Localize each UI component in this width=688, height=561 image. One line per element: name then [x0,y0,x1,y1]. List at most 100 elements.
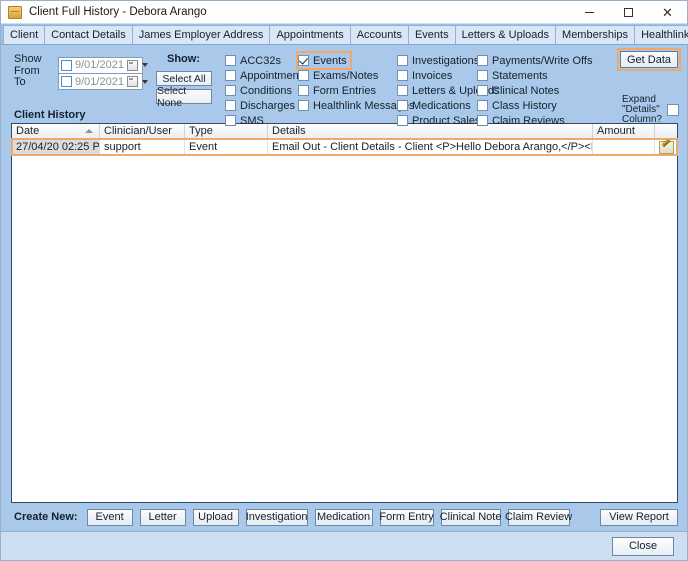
grid-header-row: Date Clinician/User Type Details Amount [12,124,677,139]
close-button[interactable]: Close [612,537,674,556]
tab-accounts[interactable]: Accounts [350,25,409,44]
to-value: 9/01/2021 [75,76,124,88]
checkbox-box[interactable] [477,55,488,66]
checkbox-box[interactable] [397,100,408,111]
show-label: Show: [167,53,200,65]
cell-amount [593,139,655,155]
to-label: To [14,76,58,88]
checkbox-events[interactable]: Events [298,53,350,68]
checkbox-label: Medications [412,100,471,112]
expand-details-checkbox[interactable] [667,104,679,116]
checkbox-box[interactable] [225,100,236,111]
checkbox-box[interactable] [225,85,236,96]
maximize-icon[interactable] [609,1,648,24]
checkbox-label: Exams/Notes [313,70,378,82]
pencil-icon[interactable] [659,141,674,154]
checkbox-label: Investigations [412,55,479,67]
title-bar: Client Full History - Debora Arango ✕ [1,1,687,24]
cell-type: Event [185,139,268,155]
tab-events[interactable]: Events [408,25,456,44]
full-history-panel: Show From 9/01/2021 To 9/01/2021 Show: [1,45,687,531]
tab-strip: Client Contact Details James Employer Ad… [1,24,687,45]
show-from-value: 9/01/2021 [75,59,124,71]
checkbox-label: Invoices [412,70,452,82]
get-data-button[interactable]: Get Data [620,51,678,68]
create-investigation-button[interactable]: Investigation [246,509,308,526]
checkbox-box[interactable] [397,55,408,66]
row-edit-button[interactable] [655,139,677,155]
checkbox-label: Payments/Write Offs [492,55,592,67]
checkbox-label: Conditions [240,85,292,97]
checkbox-box[interactable] [298,55,309,66]
window-controls: ✕ [570,1,687,24]
tab-letters-uploads[interactable]: Letters & Uploads [455,25,556,44]
checkbox-box[interactable] [477,100,488,111]
checkbox-appointments[interactable]: Appointments [225,68,307,83]
column-header-type[interactable]: Type [185,124,268,138]
checkbox-statements[interactable]: Statements [477,68,592,83]
view-report-button[interactable]: View Report [600,509,678,526]
checkbox-label: Events [313,55,347,67]
table-row[interactable]: 27/04/20 02:25 PM support Event Email Ou… [12,139,677,155]
tab-contact-details[interactable]: Contact Details [44,25,133,44]
tab-memberships[interactable]: Memberships [555,25,635,44]
create-new-label: Create New: [14,511,78,523]
column-header-details[interactable]: Details [268,124,593,138]
cell-date: 27/04/20 02:25 PM [12,139,100,155]
checkbox-box[interactable] [298,85,309,96]
create-claim-review-button[interactable]: Claim Review [508,509,570,526]
close-icon[interactable]: ✕ [648,1,687,24]
tab-appointments[interactable]: Appointments [269,25,350,44]
checkbox-box[interactable] [225,55,236,66]
client-history-title: Client History [14,109,86,121]
checkbox-box[interactable] [225,70,236,81]
checkbox-box[interactable] [397,85,408,96]
calendar-icon[interactable] [127,76,138,87]
expand-details-column-control[interactable]: Expand "Details" Column? [622,95,679,125]
checkbox-class-history[interactable]: Class History [477,98,592,113]
checkbox-label: Class History [492,100,557,112]
checkbox-label: Clinical Notes [492,85,559,97]
to-enable-checkbox[interactable] [61,76,72,87]
checkbox-box[interactable] [397,70,408,81]
create-clinical-note-button[interactable]: Clinical Note [441,509,501,526]
column-header-amount[interactable]: Amount [593,124,655,138]
checkbox-box[interactable] [477,70,488,81]
tab-healthlink[interactable]: Healthlink [634,25,688,44]
select-none-button[interactable]: Select None [156,89,212,104]
column-header-date[interactable]: Date [12,124,100,138]
checkbox-payments-write-offs[interactable]: Payments/Write Offs [477,53,592,68]
create-letter-button[interactable]: Letter [140,509,186,526]
cell-clinician: support [100,139,185,155]
filter-column-4: Payments/Write Offs Statements Clinical … [477,53,592,128]
create-event-button[interactable]: Event [87,509,133,526]
create-form-entry-button[interactable]: Form Entry [380,509,434,526]
tab-client[interactable]: Client [3,25,45,44]
checkbox-box[interactable] [477,85,488,96]
checkbox-label: ACC32s [240,55,281,67]
create-upload-button[interactable]: Upload [193,509,239,526]
calendar-icon[interactable] [127,60,138,71]
client-full-history-window: Client Full History - Debora Arango ✕ Cl… [0,0,688,561]
checkbox-label: Form Entries [313,85,376,97]
to-datepicker[interactable]: 9/01/2021 [58,73,143,90]
column-header-edit [655,124,677,138]
checkbox-box[interactable] [298,100,309,111]
checkbox-label: Discharges [240,100,295,112]
cell-details: Email Out - Client Details - Client <P>H… [268,139,593,155]
show-from-enable-checkbox[interactable] [61,60,72,71]
checkbox-clinical-notes[interactable]: Clinical Notes [477,83,592,98]
tab-james-employer-address[interactable]: James Employer Address [132,25,271,44]
grid-body: 27/04/20 02:25 PM support Event Email Ou… [12,139,677,502]
expand-details-label: Expand "Details" Column? [622,95,662,125]
checkbox-conditions[interactable]: Conditions [225,83,307,98]
checkbox-box[interactable] [298,70,309,81]
chevron-down-icon[interactable] [142,80,148,84]
create-medication-button[interactable]: Medication [315,509,373,526]
show-from-datepicker[interactable]: 9/01/2021 [58,57,143,74]
column-header-clinician-user[interactable]: Clinician/User [100,124,185,138]
minimize-icon[interactable] [570,1,609,24]
checkbox-discharges[interactable]: Discharges [225,98,307,113]
chevron-down-icon[interactable] [142,63,148,67]
checkbox-acc32s[interactable]: ACC32s [225,53,307,68]
